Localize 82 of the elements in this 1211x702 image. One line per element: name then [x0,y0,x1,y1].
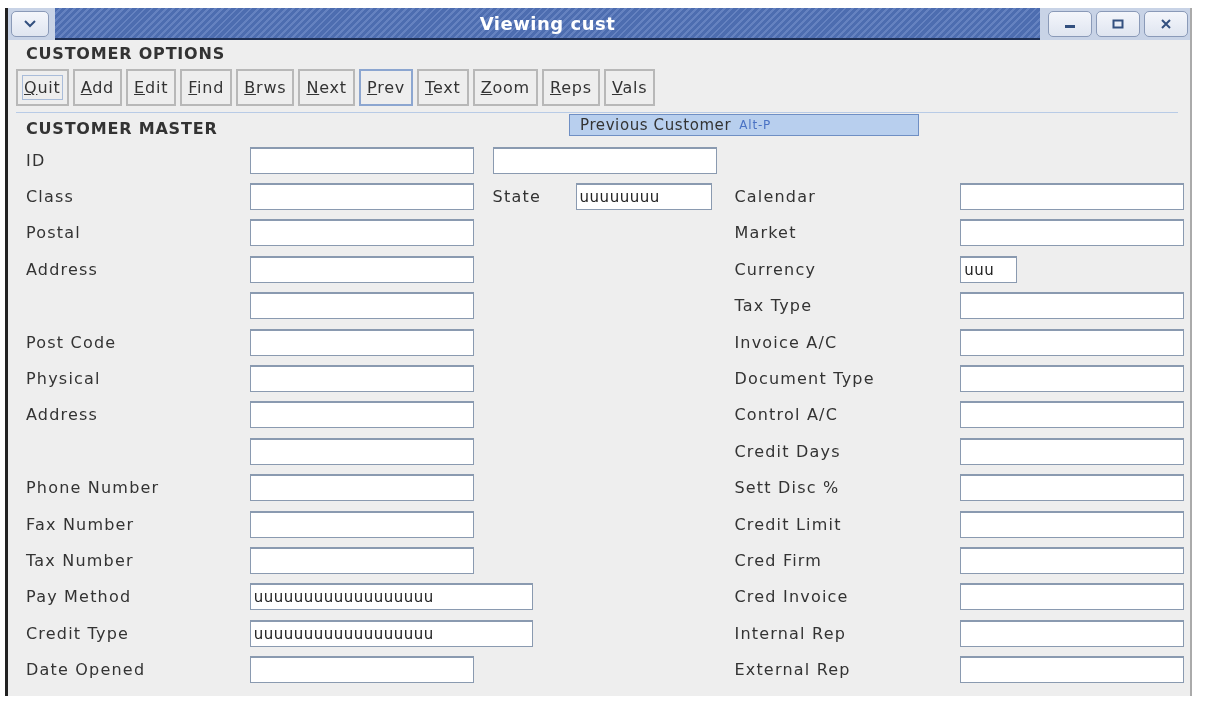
input-field[interactable] [960,547,1185,574]
input-field[interactable] [492,146,717,174]
input-field[interactable] [960,474,1185,502]
toolbar-button[interactable]: Text [417,69,469,106]
input-field[interactable] [960,292,1185,320]
input-field[interactable] [960,583,1185,611]
field-label: Post Code [26,332,117,352]
field-label: ID [26,150,46,170]
input-field[interactable] [960,183,1185,211]
field-label: Internal Rep [734,623,847,643]
maximize-icon [1112,19,1124,29]
field-label: Credit Limit [734,514,842,534]
input-field[interactable] [249,219,474,247]
input-field[interactable] [249,656,474,684]
input-field[interactable] [249,365,474,393]
input-field[interactable] [960,510,1185,538]
toolbar-button[interactable]: Find [180,69,233,106]
field-label: Pay Method [26,587,132,607]
close-button[interactable] [1144,11,1188,37]
shortcut-hint: Alt-P [739,118,772,132]
field-label: Class [26,187,75,207]
field-label: Address [26,259,99,279]
minimize-button[interactable] [1048,11,1092,37]
close-icon [1160,19,1172,29]
input-field[interactable]: uuuuuuuuuuuuuuuuuu [249,619,533,647]
toolbar-button[interactable]: Zoom [472,69,538,106]
toolbar-button[interactable]: Brws [236,69,295,106]
toolbar-button[interactable]: Edit [126,69,177,106]
window-title: Viewing cust [479,12,616,34]
field-label: Postal [26,223,81,243]
chevron-down-icon [23,20,37,28]
toolbar-button[interactable]: Reps [542,69,600,106]
input-field[interactable] [960,437,1185,465]
input-field[interactable] [249,401,474,429]
field-label: Date Opened [26,660,146,680]
toolbar-button[interactable]: Add [72,69,123,106]
field-label: Document Type [734,369,875,389]
field-label: External Rep [734,660,851,680]
field-label: Fax Number [26,514,135,534]
field-label: Credit Type [26,623,130,643]
window-menu-button[interactable] [11,11,49,37]
section-heading: CUSTOMER OPTIONS [25,43,227,65]
toolbar-button[interactable]: Vals [603,69,656,106]
section-heading: CUSTOMER MASTER [25,118,219,140]
input-field[interactable] [960,219,1185,247]
toolbar-button[interactable]: Next [298,69,355,106]
input-field[interactable] [249,437,474,465]
field-label: Invoice A/C [734,332,838,352]
input-field[interactable] [960,656,1185,684]
input-field[interactable] [249,474,474,502]
field-label: Currency [734,259,817,279]
toolbar-button[interactable]: Prev [358,69,414,106]
input-field[interactable] [249,547,474,574]
field-label: Physical [26,369,101,389]
field-label: Sett Disc % [734,478,840,498]
field-label: Tax Type [734,296,813,316]
input-field[interactable] [249,292,474,320]
input-field[interactable] [249,328,474,356]
field-label: Market [734,223,797,243]
input-field[interactable] [960,401,1185,429]
field-label: Credit Days [734,441,841,461]
input-field[interactable] [960,619,1185,647]
input-field[interactable] [249,510,474,538]
tooltip-text: Previous Customer [580,116,732,134]
input-field[interactable] [249,146,474,174]
input-field[interactable] [249,255,474,283]
field-label: Cred Invoice [734,587,849,607]
input-field[interactable]: uuuuuuuu [575,183,712,211]
field-label: Control A/C [734,405,839,425]
input-field[interactable]: uuuuuuuuuuuuuuuuuu [249,583,533,611]
field-label: Address [26,405,99,425]
input-field[interactable] [960,328,1185,356]
field-label: Calendar [734,187,816,207]
maximize-button[interactable] [1096,11,1140,37]
field-label: State [492,187,542,207]
input-field[interactable] [960,365,1185,393]
field-label: Cred Firm [734,551,823,570]
field-label: Tax Number [26,551,134,570]
field-label: Phone Number [26,478,160,498]
input-field[interactable]: uuu [960,255,1018,283]
toolbar-button[interactable]: Quit [16,69,69,106]
input-field[interactable] [249,183,474,211]
